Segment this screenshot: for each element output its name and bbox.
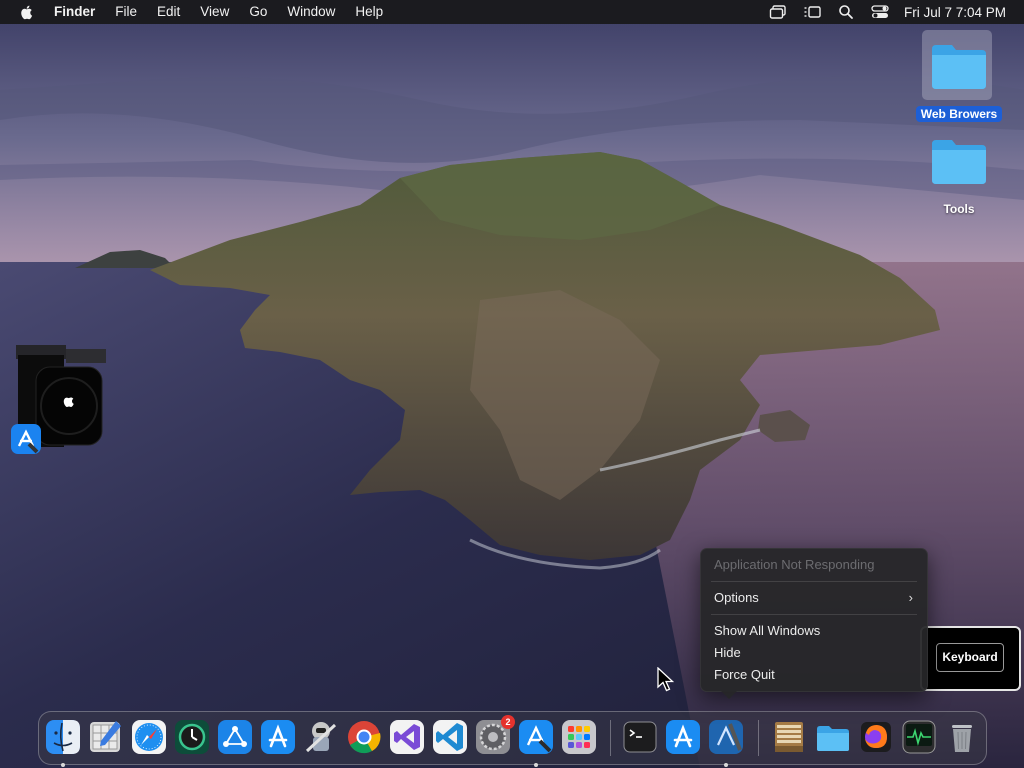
dock-context-menu: Application Not Responding Options › Sho… [700, 548, 928, 699]
menu-item-show-all-windows[interactable]: Show All Windows [714, 621, 917, 641]
dock-terminal[interactable] [622, 719, 658, 755]
folder-icon [932, 45, 986, 89]
trash-icon [952, 725, 972, 752]
dock-folder[interactable] [815, 719, 851, 755]
menu-item-force-quit[interactable]: Force Quit [714, 665, 917, 685]
dock-finder[interactable] [45, 719, 81, 767]
desktop-folder-label: Web Browers [915, 106, 1003, 122]
time-machine-icon [175, 720, 209, 754]
dock-visual-studio-code[interactable] [432, 719, 468, 755]
archive-box-icon [775, 722, 803, 752]
dock-safari[interactable] [131, 719, 167, 755]
menu-header-not-responding: Application Not Responding [714, 557, 875, 572]
menu-go[interactable]: Go [239, 0, 277, 24]
launchpad-grid-icon [562, 720, 596, 754]
menu-item-hide[interactable]: Hide [714, 643, 917, 663]
app-store-icon [261, 720, 295, 754]
spotlight-search-icon[interactable] [836, 4, 856, 20]
desktop-folder-label: Tools [943, 202, 975, 216]
visual-studio-icon [390, 720, 424, 754]
menu-pointer-arrow [721, 691, 737, 699]
dock: 2 [38, 711, 987, 767]
dock-preview[interactable] [88, 719, 124, 755]
menu-bar-status-area: Fri Jul 7 7:04 PM [754, 0, 1006, 24]
window-switcher-icon[interactable] [768, 4, 788, 20]
dock-automator[interactable] [303, 719, 339, 755]
menu-file[interactable]: File [105, 0, 147, 24]
mouse-pointer-icon [657, 667, 675, 692]
terminal-icon [623, 721, 657, 753]
folder-icon [932, 140, 986, 184]
chevron-right-icon: › [908, 590, 913, 605]
dock-archive-utility[interactable] [771, 719, 807, 755]
running-indicator [534, 763, 538, 767]
menu-window[interactable]: Window [277, 0, 345, 24]
preview-icon [90, 721, 121, 752]
dock-system-settings[interactable]: 2 [475, 715, 515, 755]
keyboard-popover: Keyboard [920, 626, 1021, 691]
dock-firefox[interactable] [858, 719, 894, 755]
network-utility-icon [218, 720, 252, 754]
vscode-icon [433, 720, 467, 754]
menu-item-label: Options [714, 590, 759, 605]
dock-network-utility[interactable] [217, 719, 253, 755]
dock-xcode[interactable] [708, 719, 744, 767]
activity-monitor-icon [902, 720, 936, 754]
dock-app-store[interactable] [260, 719, 296, 755]
xcode-icon [709, 720, 743, 754]
dock-separator [610, 720, 611, 756]
dock-simulator[interactable] [518, 719, 554, 767]
dock-activity-monitor[interactable] [901, 719, 937, 755]
dock-trash[interactable] [944, 719, 980, 755]
desktop-folder-tools[interactable]: Tools [914, 128, 1004, 218]
desktop-folder-web-browers[interactable]: Web Browers [914, 30, 1004, 123]
chrome-icon [348, 721, 381, 754]
app-switcher-thumbnails[interactable] [10, 343, 110, 458]
notification-badge: 2 [501, 715, 515, 729]
firefox-icon [861, 722, 891, 752]
xcode-icon [11, 424, 41, 454]
xcode-tools-icon [519, 720, 553, 754]
dock-visual-studio[interactable] [389, 719, 425, 755]
running-indicator [724, 763, 728, 767]
automator-robot-icon [305, 722, 337, 753]
keyboard-button[interactable]: Keyboard [936, 643, 1004, 672]
dock-time-machine[interactable] [174, 719, 210, 755]
menu-help[interactable]: Help [345, 0, 393, 24]
menu-app-name[interactable]: Finder [52, 0, 105, 24]
dock-launchpad[interactable] [561, 719, 597, 755]
menu-bar-clock[interactable]: Fri Jul 7 7:04 PM [904, 5, 1006, 20]
dock-separator [758, 720, 759, 756]
finder-icon [46, 720, 80, 754]
dock-app-store-2[interactable] [665, 719, 701, 755]
menu-item-options[interactable]: Options › [714, 588, 917, 608]
control-center-icon[interactable] [870, 4, 890, 20]
safari-icon [132, 720, 166, 754]
menu-edit[interactable]: Edit [147, 0, 190, 24]
folder-icon [817, 726, 849, 751]
menu-separator [711, 581, 917, 582]
menu-view[interactable]: View [190, 0, 239, 24]
app-store-icon [666, 720, 700, 754]
dock-google-chrome[interactable] [346, 719, 382, 755]
running-indicator [61, 763, 65, 767]
stage-manager-icon[interactable] [802, 4, 822, 20]
menu-bar: Finder File Edit View Go Window Help Fri… [0, 0, 1024, 24]
menu-separator [711, 614, 917, 615]
apple-menu-icon[interactable] [18, 3, 36, 21]
